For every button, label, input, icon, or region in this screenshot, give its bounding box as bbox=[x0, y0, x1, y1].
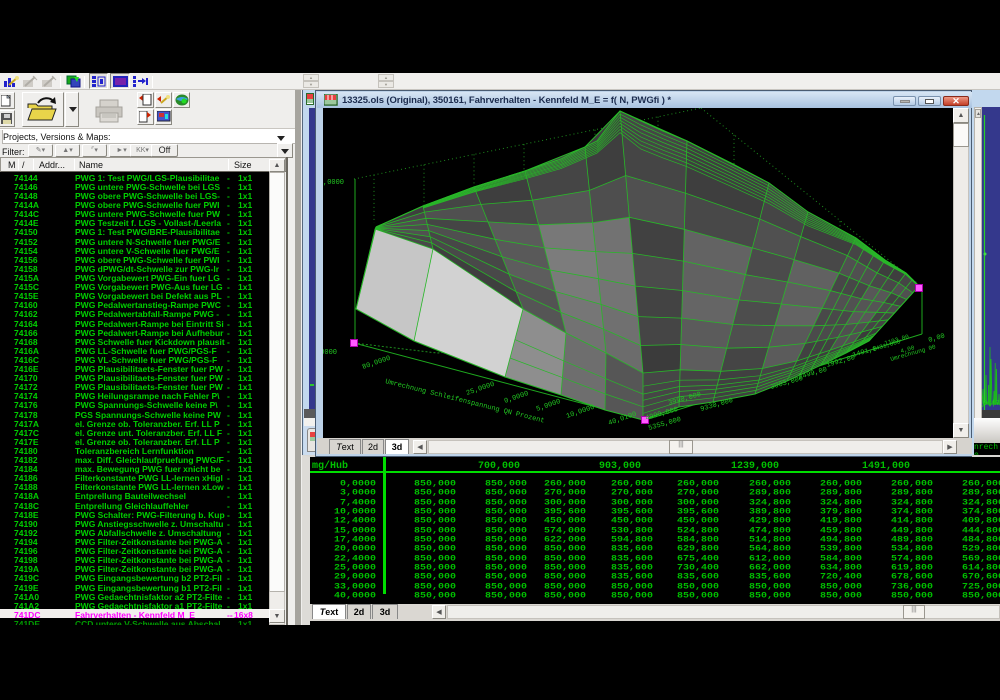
svg-text:80,0000: 80,0000 bbox=[361, 355, 391, 372]
svg-text:0 |74: 0 |74 bbox=[983, 400, 1000, 408]
svg-text:,0000: ,0000 bbox=[323, 179, 344, 187]
svg-text:0,00: 0,00 bbox=[928, 333, 946, 345]
svg-text:Umrechnung Schleifenspannung Q: Umrechnung Schleifenspannung QN Prozent bbox=[384, 378, 545, 425]
svg-text:0,0000: 0,0000 bbox=[503, 390, 529, 406]
svg-text:,0000: ,0000 bbox=[323, 349, 337, 357]
svg-text:25,0000: 25,0000 bbox=[465, 381, 495, 398]
svg-text:10,0000: 10,0000 bbox=[565, 404, 595, 421]
svg-text:5,0000: 5,0000 bbox=[535, 398, 561, 414]
